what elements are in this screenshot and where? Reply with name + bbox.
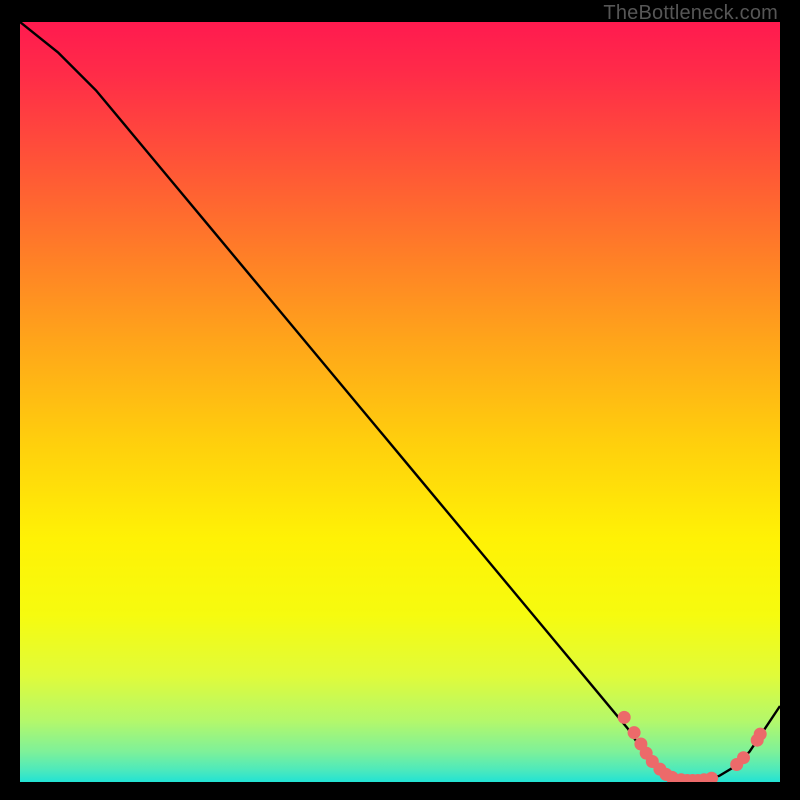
curve-marker <box>754 728 767 741</box>
chart-svg <box>20 22 780 782</box>
curve-marker <box>618 711 631 724</box>
curve-marker <box>628 726 641 739</box>
chart-area <box>20 22 780 782</box>
curve-marker <box>737 751 750 764</box>
watermark-text: TheBottleneck.com <box>603 2 778 25</box>
